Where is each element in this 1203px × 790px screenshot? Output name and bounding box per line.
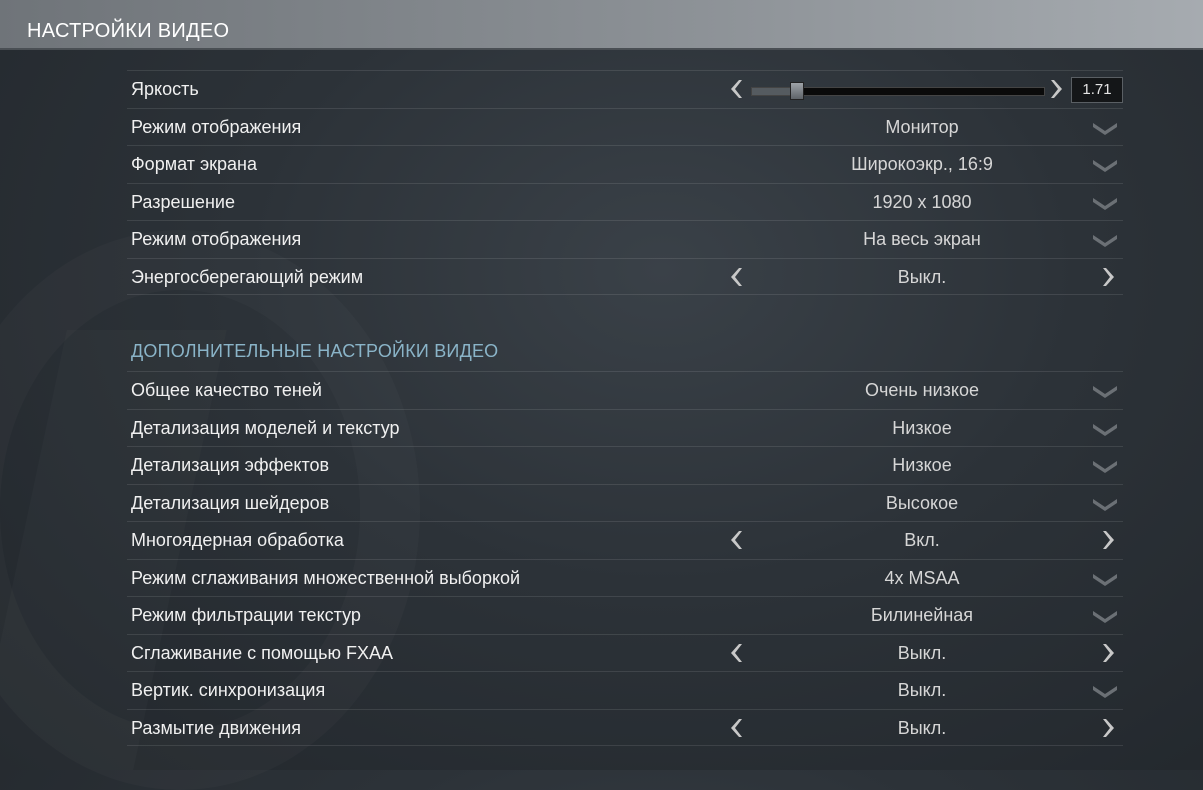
arrow-left-icon[interactable]	[725, 265, 745, 289]
chevron-down-icon[interactable]	[1091, 459, 1119, 475]
chevron-down-icon[interactable]	[1091, 497, 1119, 513]
setting-label: Разрешение	[131, 191, 235, 212]
settings-row-brightness: Яркость 1.71	[127, 70, 1123, 108]
settings-row[interactable]: Режим сглаживания множественной выборкой…	[127, 558, 1123, 597]
setting-value[interactable]: Выкл.	[747, 680, 1097, 701]
chevron-down-icon[interactable]	[1091, 121, 1119, 137]
setting-value[interactable]: Билинейная	[747, 605, 1097, 626]
setting-value[interactable]: Высокое	[747, 493, 1097, 514]
chevron-down-icon[interactable]	[1091, 158, 1119, 174]
page-title: НАСТРОЙКИ ВИДЕО	[27, 20, 230, 42]
setting-value[interactable]: Вкл.	[747, 530, 1097, 551]
setting-label: Детализация моделей и текстур	[131, 417, 400, 438]
settings-row[interactable]: Энергосберегающий режим Выкл.	[127, 257, 1123, 295]
setting-value[interactable]: Выкл.	[747, 643, 1097, 664]
setting-value[interactable]: Выкл.	[747, 267, 1097, 288]
setting-label: Режим отображения	[131, 229, 302, 249]
setting-value[interactable]: Низкое	[747, 418, 1097, 439]
arrow-right-icon[interactable]	[1048, 77, 1068, 101]
setting-label: Яркость	[131, 79, 199, 99]
setting-label: Многоядерная обработка	[131, 530, 344, 550]
brightness-slider[interactable]	[751, 82, 1045, 100]
setting-label: Общее качество теней	[131, 380, 322, 400]
basic-settings-panel: Яркость 1.71 Режим отображения Монитор Фор…	[127, 70, 1123, 295]
setting-value[interactable]: Широкоэкр., 16:9	[747, 154, 1097, 175]
arrow-left-icon[interactable]	[725, 716, 745, 740]
arrow-left-icon[interactable]	[725, 77, 745, 101]
title-bar: НАСТРОЙКИ ВИДЕО	[0, 0, 1203, 50]
settings-row[interactable]: Сглаживание с помощью FXAA Выкл.	[127, 633, 1123, 672]
settings-row[interactable]: Разрешение 1920 x 1080	[127, 182, 1123, 221]
section-title-advanced: ДОПОЛНИТЕЛЬНЫЕ НАСТРОЙКИ ВИДЕО	[131, 341, 499, 361]
slider-handle[interactable]	[790, 82, 804, 100]
arrow-left-icon[interactable]	[725, 528, 745, 552]
setting-label: Режим отображения	[131, 116, 302, 137]
setting-label: Сглаживание с помощью FXAA	[131, 642, 394, 663]
setting-label: Энергосберегающий режим	[131, 266, 364, 287]
arrow-right-icon[interactable]	[1100, 641, 1120, 665]
setting-label: Детализация шейдеров	[131, 492, 330, 513]
setting-value[interactable]: Монитор	[747, 117, 1097, 138]
settings-row[interactable]: Режим отображения Монитор	[127, 107, 1123, 146]
settings-row[interactable]: Размытие движения Выкл.	[127, 708, 1123, 746]
settings-row[interactable]: Режим фильтрации текстур Билинейная	[127, 596, 1123, 634]
arrow-right-icon[interactable]	[1100, 528, 1120, 552]
setting-label: Размытие движения	[131, 717, 302, 738]
setting-value[interactable]: Очень низкое	[747, 380, 1097, 401]
setting-label: Формат экрана	[131, 154, 257, 174]
setting-value[interactable]: Выкл.	[747, 718, 1097, 739]
arrow-right-icon[interactable]	[1100, 716, 1120, 740]
advanced-settings-panel: Общее качество теней Очень низкое Детализа…	[127, 371, 1123, 746]
slider-fill	[752, 88, 790, 95]
settings-row[interactable]: Общее качество теней Очень низкое	[127, 371, 1123, 409]
chevron-down-icon[interactable]	[1091, 196, 1119, 212]
settings-row[interactable]: Режим отображения На весь экран	[127, 220, 1123, 258]
chevron-down-icon[interactable]	[1091, 609, 1119, 625]
setting-value[interactable]: На весь экран	[747, 229, 1097, 250]
arrow-left-icon[interactable]	[725, 641, 745, 665]
settings-row[interactable]: Детализация шейдеров Высокое	[127, 483, 1123, 522]
arrow-right-icon[interactable]	[1100, 265, 1120, 289]
chevron-down-icon[interactable]	[1091, 422, 1119, 438]
setting-value[interactable]: Низкое	[747, 455, 1097, 476]
setting-value[interactable]: 1920 x 1080	[747, 192, 1097, 213]
settings-row[interactable]: Вертик. синхронизация Выкл.	[127, 671, 1123, 709]
settings-row[interactable]: Формат экрана Широкоэкр., 16:9	[127, 145, 1123, 183]
settings-row[interactable]: Детализация эффектов Низкое	[127, 446, 1123, 484]
chevron-down-icon[interactable]	[1091, 572, 1119, 588]
setting-label: Вертик. синхронизация	[131, 680, 326, 700]
settings-row[interactable]: Детализация моделей и текстур Низкое	[127, 408, 1123, 447]
brightness-value[interactable]: 1.71	[1071, 77, 1123, 103]
chevron-down-icon[interactable]	[1091, 684, 1119, 700]
chevron-down-icon[interactable]	[1091, 384, 1119, 400]
settings-row[interactable]: Многоядерная обработка Вкл.	[127, 521, 1123, 559]
setting-value[interactable]: 4x MSAA	[747, 568, 1097, 589]
setting-label: Режим сглаживания множественной выборкой	[131, 567, 521, 588]
setting-label: Режим фильтрации текстур	[131, 605, 361, 625]
setting-label: Детализация эффектов	[131, 455, 330, 475]
chevron-down-icon[interactable]	[1091, 233, 1119, 249]
